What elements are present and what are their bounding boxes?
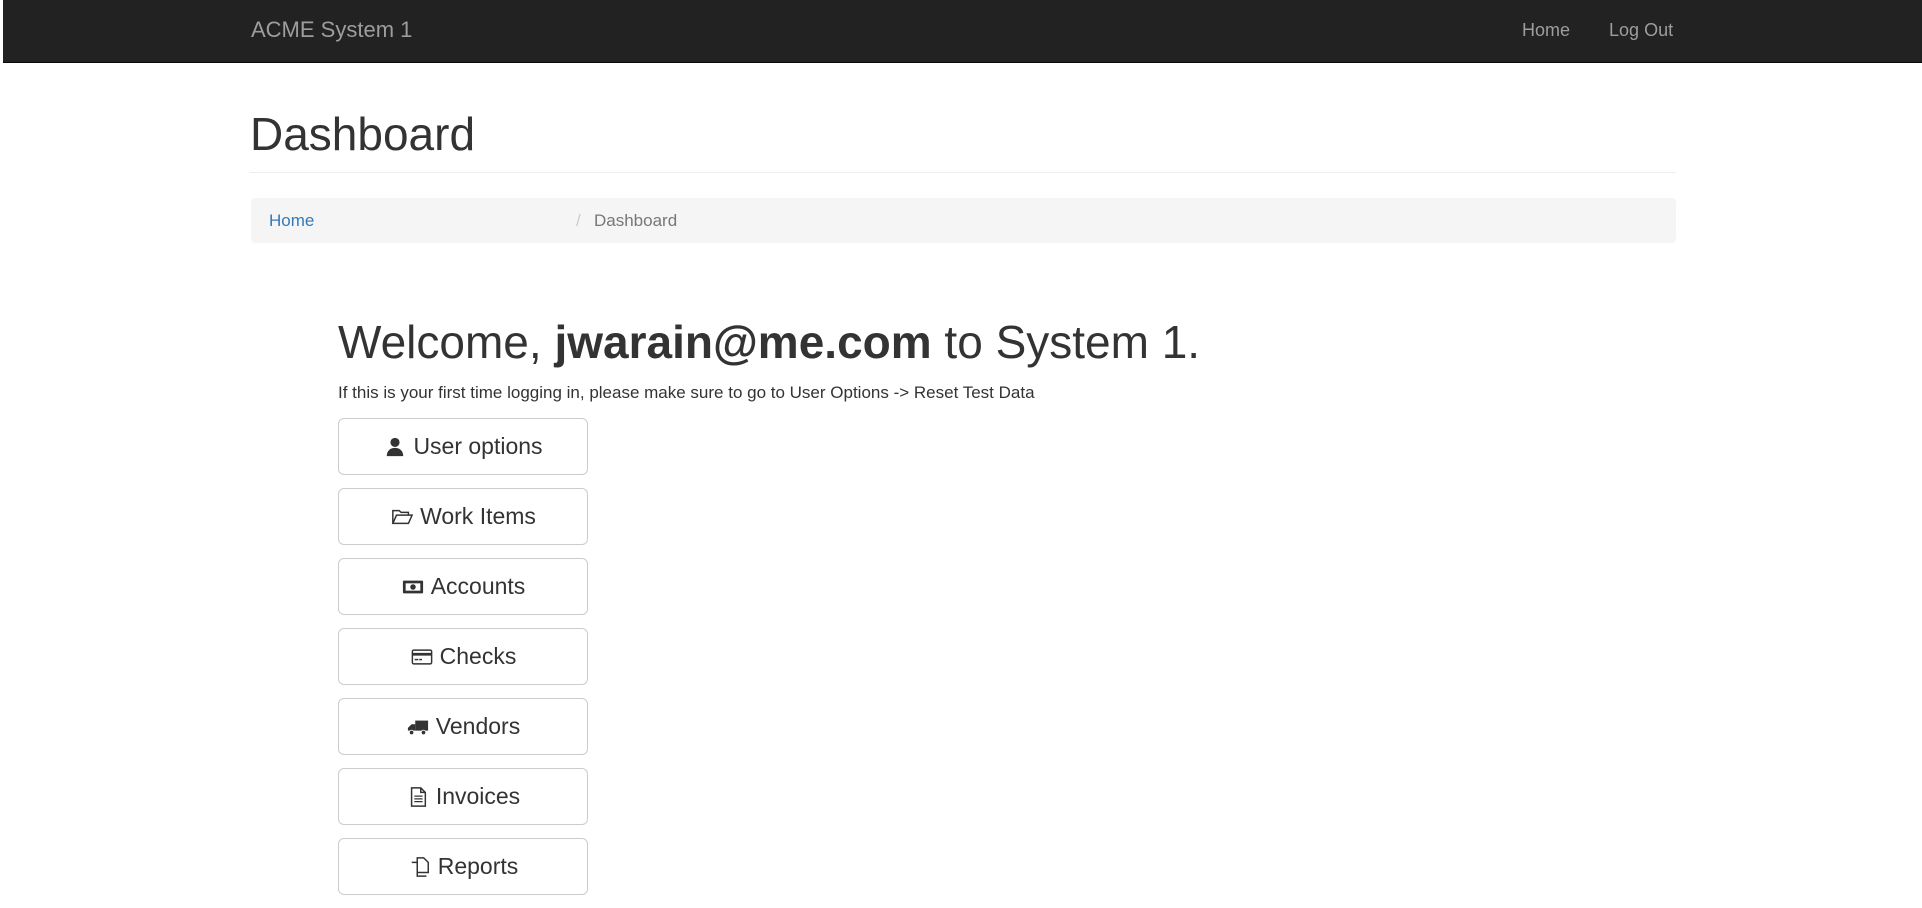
top-navbar: ACME System 1 Home Log Out: [3, 0, 1922, 63]
file-text-icon: [406, 785, 430, 809]
user-options-button[interactable]: User options: [338, 418, 588, 475]
navbar-links: Home Log Out: [1522, 20, 1673, 41]
welcome-user: jwarain@me.com: [554, 316, 932, 368]
invoices-button[interactable]: Invoices: [338, 768, 588, 825]
checks-button[interactable]: Checks: [338, 628, 588, 685]
menu-label: Work Items: [420, 503, 536, 529]
nav-logout-link[interactable]: Log Out: [1609, 20, 1673, 40]
folder-open-icon: [390, 505, 414, 529]
reports-button[interactable]: Reports: [338, 838, 588, 895]
first-login-hint: If this is your first time logging in, p…: [338, 383, 1035, 402]
accounts-button[interactable]: Accounts: [338, 558, 588, 615]
menu-label: Vendors: [435, 713, 521, 739]
money-icon: [401, 575, 425, 599]
vendors-button[interactable]: Vendors: [338, 698, 588, 755]
page-title: Dashboard: [250, 108, 476, 160]
welcome-suffix: to System 1.: [931, 316, 1201, 368]
brand-link[interactable]: ACME System 1: [251, 17, 412, 43]
menu-label: User options: [413, 433, 543, 459]
dashboard-menu: User options Work Items Accounts Checks …: [338, 418, 588, 908]
title-divider: [250, 172, 1676, 173]
breadcrumb-home-link[interactable]: Home: [269, 198, 314, 243]
truck-icon: [406, 715, 430, 739]
menu-label: Accounts: [430, 573, 526, 599]
breadcrumb-separator: /: [576, 211, 581, 230]
breadcrumb: Home / Dashboard: [251, 198, 1676, 243]
credit-card-icon: [410, 645, 434, 669]
user-icon: [383, 435, 407, 459]
files-icon: [408, 855, 432, 879]
menu-label: Reports: [437, 853, 519, 879]
welcome-prefix: Welcome,: [338, 316, 555, 368]
work-items-button[interactable]: Work Items: [338, 488, 588, 545]
nav-home-link[interactable]: Home: [1522, 20, 1570, 40]
welcome-heading: Welcome, jwarain@me.com to System 1.: [338, 316, 1200, 368]
menu-label: Checks: [439, 643, 517, 669]
menu-label: Invoices: [435, 783, 521, 809]
breadcrumb-current: Dashboard: [594, 211, 678, 230]
